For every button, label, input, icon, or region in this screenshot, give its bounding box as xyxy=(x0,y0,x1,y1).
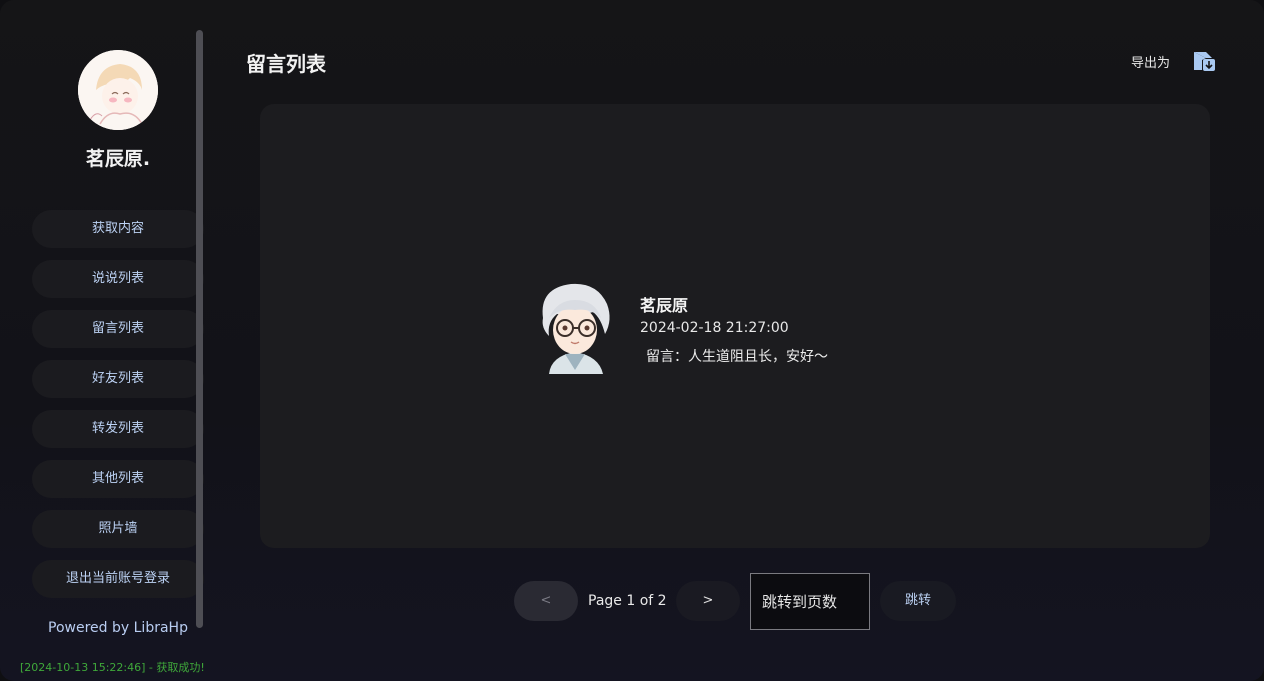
jump-page-input[interactable] xyxy=(750,573,870,630)
message-avatar xyxy=(535,278,617,374)
message-time: 2024-02-18 21:27:00 xyxy=(640,320,789,336)
export-icon[interactable] xyxy=(1192,50,1218,74)
nav-photo-wall[interactable]: 照片墙 xyxy=(32,510,204,548)
next-page-button[interactable]: > xyxy=(676,581,740,621)
nav-logout[interactable]: 退出当前账号登录 xyxy=(32,560,204,598)
page-info: Page 1 of 2 xyxy=(588,593,667,609)
prev-page-button[interactable]: < xyxy=(514,581,578,621)
nav-messages-list[interactable]: 留言列表 xyxy=(32,310,204,348)
page-title: 留言列表 xyxy=(246,52,326,76)
message-author: 茗辰原 xyxy=(640,296,689,315)
status-log: [2024-10-13 15:22:46] - 获取成功! xyxy=(20,661,205,674)
export-label: 导出为 xyxy=(1131,56,1171,71)
nav-fetch-content[interactable]: 获取内容 xyxy=(32,210,204,248)
sidebar-scrollbar[interactable] xyxy=(196,30,203,628)
app-window: 茗辰原. 获取内容 说说列表 留言列表 好友列表 转发列表 其他列表 照片墙 退… xyxy=(0,0,1264,681)
nav-other-list[interactable]: 其他列表 xyxy=(32,460,204,498)
nav-friends-list[interactable]: 好友列表 xyxy=(32,360,204,398)
jump-button[interactable]: 跳转 xyxy=(880,581,956,621)
nav-posts-list[interactable]: 说说列表 xyxy=(32,260,204,298)
sidebar: 茗辰原. 获取内容 说说列表 留言列表 好友列表 转发列表 其他列表 照片墙 退… xyxy=(0,0,210,681)
message-text: 留言：人生道阻且长，安好～ xyxy=(646,349,828,365)
user-avatar xyxy=(78,50,158,130)
nav-forwards-list[interactable]: 转发列表 xyxy=(32,410,204,448)
